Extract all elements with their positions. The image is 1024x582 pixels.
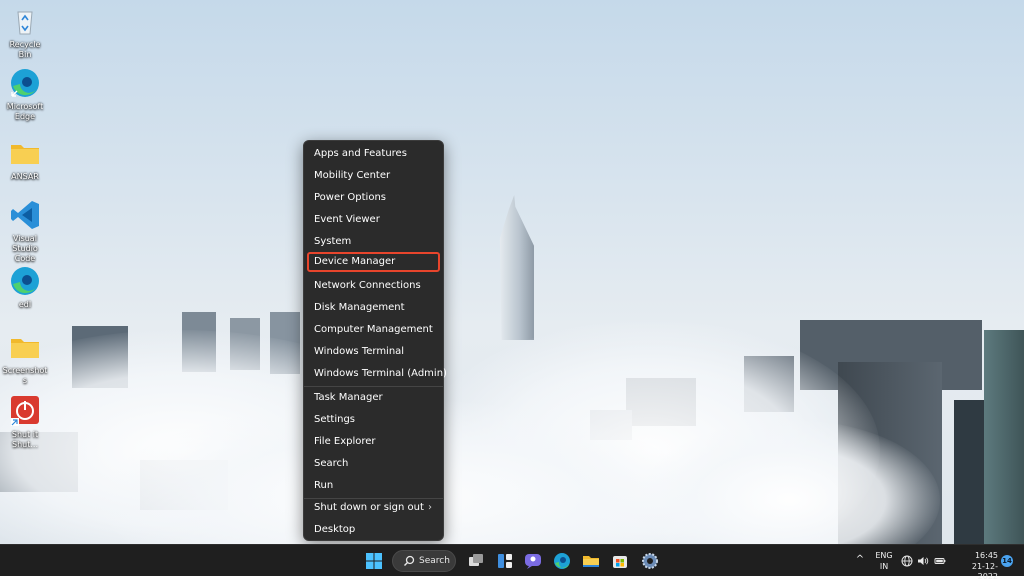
edge-icon[interactable]: [552, 551, 572, 571]
menu-item-label: Network Connections: [314, 280, 421, 291]
desktop-icon-edge[interactable]: Microsoft Edge: [2, 66, 48, 122]
desktop-icon-label: Screenshots: [2, 366, 48, 385]
menu-item-shut-down-or-sign-out[interactable]: Shut down or sign out ›: [307, 498, 440, 518]
desktop: Recycle Bin Microsoft Edge ANSAR Visual …: [0, 0, 1024, 544]
menu-item-system[interactable]: System: [307, 232, 440, 252]
edge-icon: [11, 69, 39, 97]
menu-item-desktop[interactable]: Desktop: [307, 520, 440, 540]
search-icon: [404, 555, 415, 566]
menu-item-label: Disk Management: [314, 302, 405, 313]
menu-item-label: Task Manager: [314, 392, 383, 403]
menu-item-label: Desktop: [314, 524, 356, 535]
menu-item-mobility-center[interactable]: Mobility Center: [307, 166, 440, 186]
desktop-icon-label: Shut it Shut...: [11, 430, 39, 449]
wallpaper-tower: [499, 195, 534, 340]
task-view-icon[interactable]: [466, 551, 486, 571]
language-code: ENG: [875, 551, 893, 560]
menu-item-task-manager[interactable]: Task Manager: [307, 388, 440, 408]
chat-icon[interactable]: [523, 551, 543, 571]
taskbar-search-button[interactable]: Search: [392, 550, 456, 572]
menu-item-label: Run: [314, 480, 334, 491]
menu-item-event-viewer[interactable]: Event Viewer: [307, 210, 440, 230]
folder-icon: [11, 145, 39, 164]
search-label: Search: [419, 556, 450, 566]
desktop-icon-label: Recycle Bin: [9, 40, 41, 59]
desktop-icon-shutdown[interactable]: Shut it Shut...: [2, 394, 48, 450]
menu-item-windows-terminal-admin[interactable]: Windows Terminal (Admin): [307, 364, 447, 384]
menu-item-label: Shut down or sign out: [314, 502, 424, 513]
clock-date: 21-12-2022: [971, 562, 998, 581]
menu-item-label: Mobility Center: [314, 170, 391, 181]
vscode-icon: [11, 201, 39, 229]
edge-icon: [11, 267, 39, 295]
recycle-bin-icon: [17, 11, 33, 35]
wallpaper-building: [954, 400, 984, 544]
menu-separator: [304, 386, 443, 387]
menu-item-device-manager[interactable]: Device Manager: [307, 252, 440, 272]
desktop-icon-label: ANSAR: [11, 172, 39, 181]
submenu-arrow-icon: ›: [428, 502, 432, 513]
menu-item-computer-management[interactable]: Computer Management: [307, 320, 440, 340]
keyboard-region: IN: [879, 562, 889, 571]
desktop-icon-edl[interactable]: edl: [2, 264, 48, 310]
clock-time: 16:45: [974, 551, 998, 560]
menu-item-settings[interactable]: Settings: [307, 410, 440, 430]
menu-item-label: Power Options: [314, 192, 386, 203]
menu-item-label: Event Viewer: [314, 214, 380, 225]
menu-item-label: Settings: [314, 414, 356, 425]
network-globe-icon[interactable]: [901, 555, 913, 567]
show-hidden-icons-chevron[interactable]: ^: [854, 555, 866, 565]
desktop-icon-recycle-bin[interactable]: Recycle Bin: [2, 4, 48, 60]
folder-icon: [11, 339, 39, 358]
menu-item-label: Windows Terminal: [314, 346, 405, 357]
shutdown-shortcut-icon: [11, 396, 39, 426]
menu-item-power-options[interactable]: Power Options: [307, 188, 440, 208]
wallpaper-building: [984, 330, 1024, 544]
clock[interactable]: 16:45 21-12-2022: [952, 550, 998, 581]
menu-item-run[interactable]: Run: [307, 476, 440, 496]
menu-item-label: File Explorer: [314, 436, 376, 447]
winx-context-menu: Apps and Features Mobility Center Power …: [303, 140, 447, 541]
menu-item-label: Device Manager: [314, 256, 396, 267]
menu-item-apps-and-features[interactable]: Apps and Features: [307, 144, 440, 164]
menu-item-label: Computer Management: [314, 324, 433, 335]
menu-item-disk-management[interactable]: Disk Management: [307, 298, 440, 318]
settings-icon[interactable]: [640, 551, 660, 571]
desktop-icon-screenshots[interactable]: Screenshots: [2, 330, 48, 386]
taskbar: Search ^ ENG IN 16:45 21-12-2022 14: [0, 544, 1024, 581]
menu-item-windows-terminal[interactable]: Windows Terminal: [307, 342, 440, 362]
desktop-icon-ansar[interactable]: ANSAR: [2, 136, 48, 182]
menu-item-search[interactable]: Search: [307, 454, 440, 474]
menu-item-label: Windows Terminal (Admin): [314, 368, 447, 379]
desktop-icon-label: Microsoft Edge: [6, 102, 44, 121]
menu-item-network-connections[interactable]: Network Connections: [307, 276, 440, 296]
desktop-icon-label: Visual Studio Code: [12, 234, 38, 263]
menu-item-file-explorer[interactable]: File Explorer: [307, 432, 440, 452]
menu-item-label: Apps and Features: [314, 148, 407, 159]
store-icon[interactable]: [610, 551, 630, 571]
menu-item-label: Search: [314, 458, 349, 469]
language-indicator[interactable]: ENG IN: [872, 550, 896, 572]
menu-item-label: System: [314, 236, 352, 247]
battery-icon[interactable]: [934, 555, 946, 567]
widgets-icon[interactable]: [495, 551, 515, 571]
volume-icon[interactable]: [917, 555, 929, 567]
file-explorer-icon[interactable]: [581, 551, 601, 571]
windows-start-icon[interactable]: [364, 551, 384, 571]
desktop-icon-label: edl: [18, 300, 32, 309]
desktop-icon-vscode[interactable]: Visual Studio Code: [2, 198, 48, 264]
notification-badge[interactable]: 14: [1001, 555, 1013, 567]
